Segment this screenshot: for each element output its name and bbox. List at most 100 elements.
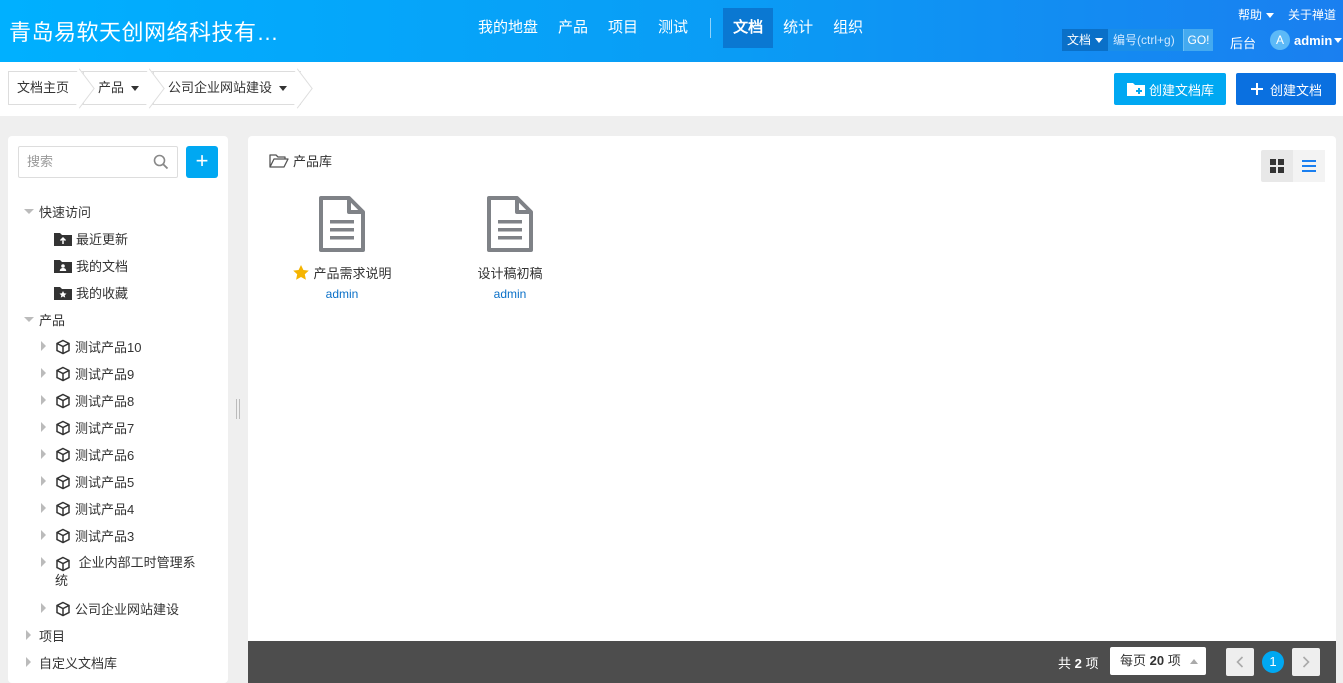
tree-projects-label: 项目 bbox=[39, 629, 66, 644]
nav-test[interactable]: 测试 bbox=[648, 8, 698, 48]
avatar: A bbox=[1270, 30, 1290, 50]
create-doc-button[interactable]: 创建文档 bbox=[1236, 73, 1336, 105]
chevron-right-icon bbox=[1302, 656, 1310, 668]
library-title: 产品库 bbox=[269, 151, 332, 170]
company-name[interactable]: 青岛易软天创网络科技有… bbox=[9, 15, 279, 47]
next-page-button[interactable] bbox=[1292, 648, 1320, 676]
doc-card[interactable]: 设计稿初稿 admin bbox=[450, 196, 570, 301]
caret-right-icon bbox=[41, 395, 46, 405]
sidebar-add-button[interactable]: + bbox=[186, 146, 218, 178]
caret-right-icon bbox=[41, 530, 46, 540]
caret-right-icon bbox=[41, 368, 46, 378]
tree-product-label: 测试产品8 bbox=[75, 394, 135, 409]
tree-product-item[interactable]: 公司企业网站建设 bbox=[8, 595, 228, 622]
doc-main-panel: 产品库 产品需求说明 admin 设计稿初稿 admin 共 2 项 每页 20… bbox=[248, 136, 1336, 683]
cube-icon bbox=[56, 393, 70, 408]
search-go-button[interactable]: GO! bbox=[1183, 29, 1214, 51]
sidebar-resize-handle[interactable] bbox=[236, 399, 240, 419]
tree-products[interactable]: 产品 bbox=[8, 306, 228, 333]
caret-down-icon bbox=[24, 209, 34, 214]
caret-right-icon bbox=[26, 630, 31, 640]
tree-projects[interactable]: 项目 bbox=[8, 622, 228, 649]
tree-quick-access[interactable]: 快速访问 bbox=[8, 198, 228, 225]
tree-product-label: 测试产品7 bbox=[75, 421, 135, 436]
per-page-value: 20 bbox=[1149, 653, 1165, 668]
star-icon[interactable] bbox=[292, 264, 310, 282]
tree-product-item[interactable]: 测试产品8 bbox=[8, 387, 228, 414]
doc-sidebar: 搜索 + 快速访问 最近更新 我的文档 我的收藏 产品 测试产品10 测试产品9… bbox=[8, 136, 228, 683]
user-menu[interactable]: A admin bbox=[1270, 30, 1343, 50]
search-icon bbox=[153, 154, 169, 170]
page-number-current[interactable]: 1 bbox=[1262, 651, 1284, 673]
cube-icon bbox=[56, 601, 70, 616]
nav-my-dashboard[interactable]: 我的地盘 bbox=[468, 8, 548, 48]
search-input[interactable]: 编号(ctrl+g) bbox=[1108, 29, 1184, 51]
tree-product-item[interactable]: 测试产品10 bbox=[8, 333, 228, 360]
nav-project[interactable]: 项目 bbox=[598, 8, 648, 48]
create-doc-lib-label: 创建文档库 bbox=[1148, 82, 1214, 98]
tree-recent-updates[interactable]: 最近更新 bbox=[8, 225, 228, 252]
chevron-up-icon bbox=[1190, 659, 1199, 665]
search-type-label: 文档 bbox=[1067, 33, 1092, 47]
folder-plus-icon bbox=[1126, 83, 1145, 96]
grid-view-button[interactable] bbox=[1261, 150, 1293, 182]
folder-upload-icon bbox=[54, 232, 72, 246]
tree-custom-libs-label: 自定义文档库 bbox=[39, 656, 118, 671]
tree-product-label: 测试产品5 bbox=[75, 475, 135, 490]
tree-product-item[interactable]: 测试产品4 bbox=[8, 495, 228, 522]
doc-card[interactable]: 产品需求说明 admin bbox=[282, 196, 402, 301]
cube-icon bbox=[56, 556, 70, 571]
document-icon bbox=[319, 196, 365, 252]
help-menu[interactable]: 帮助 bbox=[1238, 6, 1274, 23]
nav-divider bbox=[710, 18, 712, 38]
tree-product-item[interactable]: 测试产品3 bbox=[8, 522, 228, 549]
tree-quick-access-label: 快速访问 bbox=[39, 205, 92, 220]
search-type-select[interactable]: 文档 bbox=[1062, 29, 1109, 51]
tree-product-label: 测试产品10 bbox=[75, 340, 142, 355]
nav-doc[interactable]: 文档 bbox=[723, 8, 774, 48]
doc-name: 产品需求说明 bbox=[313, 266, 392, 281]
doc-name: 设计稿初稿 bbox=[477, 266, 543, 281]
tree-product-item[interactable]: 测试产品9 bbox=[8, 360, 228, 387]
tree-product-item[interactable]: 测试产品7 bbox=[8, 414, 228, 441]
tree-product-item[interactable]: 测试产品5 bbox=[8, 468, 228, 495]
nav-org[interactable]: 组织 bbox=[823, 8, 873, 48]
top-links: 帮助 关于禅道 bbox=[1238, 6, 1336, 23]
folder-star-icon bbox=[54, 286, 72, 300]
sidebar-search-input[interactable]: 搜索 bbox=[18, 146, 178, 178]
nav-stats[interactable]: 统计 bbox=[773, 8, 823, 48]
caret-right-icon bbox=[41, 341, 46, 351]
caret-right-icon bbox=[41, 557, 46, 567]
chevron-down-icon bbox=[1334, 37, 1343, 43]
list-view-button[interactable] bbox=[1293, 150, 1325, 182]
tree-product-item[interactable]: 企业内部工时管理系统 bbox=[8, 549, 228, 595]
tree-my-favorites-label: 我的收藏 bbox=[76, 286, 129, 301]
tree-custom-libs[interactable]: 自定义文档库 bbox=[8, 649, 228, 676]
tree-product-wrap: 企业内部工时管理系统 bbox=[55, 554, 205, 590]
tree-product-item[interactable]: 测试产品6 bbox=[8, 441, 228, 468]
user-name: admin bbox=[1294, 32, 1333, 48]
tree-product-label: 测试产品4 bbox=[75, 502, 135, 517]
caret-right-icon bbox=[41, 503, 46, 513]
nav-product[interactable]: 产品 bbox=[548, 8, 598, 48]
per-page-select[interactable]: 每页 20 项 bbox=[1110, 647, 1206, 675]
admin-backend-link[interactable]: 后台 bbox=[1230, 33, 1256, 52]
tree-my-favorites[interactable]: 我的收藏 bbox=[8, 279, 228, 306]
doc-author[interactable]: admin bbox=[282, 287, 402, 301]
about-link[interactable]: 关于禅道 bbox=[1288, 6, 1336, 23]
caret-right-icon bbox=[41, 422, 46, 432]
total-count: 共 2 项 bbox=[1058, 653, 1099, 672]
tree-my-docs[interactable]: 我的文档 bbox=[8, 252, 228, 279]
main-nav: 我的地盘 产品 项目 测试 文档 统计 组织 bbox=[468, 8, 873, 48]
help-label: 帮助 bbox=[1237, 8, 1262, 22]
caret-right-icon bbox=[41, 476, 46, 486]
breadcrumb-home[interactable]: 文档主页 bbox=[8, 71, 84, 105]
doc-author[interactable]: admin bbox=[450, 287, 570, 301]
create-doc-label: 创建文档 bbox=[1269, 82, 1322, 98]
prev-page-button[interactable] bbox=[1226, 648, 1254, 676]
breadcrumb-library[interactable]: 公司企业网站建设 bbox=[153, 71, 302, 105]
create-doc-lib-button[interactable]: 创建文档库 bbox=[1114, 73, 1226, 105]
tree-product-label: 企业内部工时管理系统 bbox=[55, 555, 196, 588]
cube-icon bbox=[56, 366, 70, 381]
chevron-down-icon bbox=[1265, 13, 1274, 19]
